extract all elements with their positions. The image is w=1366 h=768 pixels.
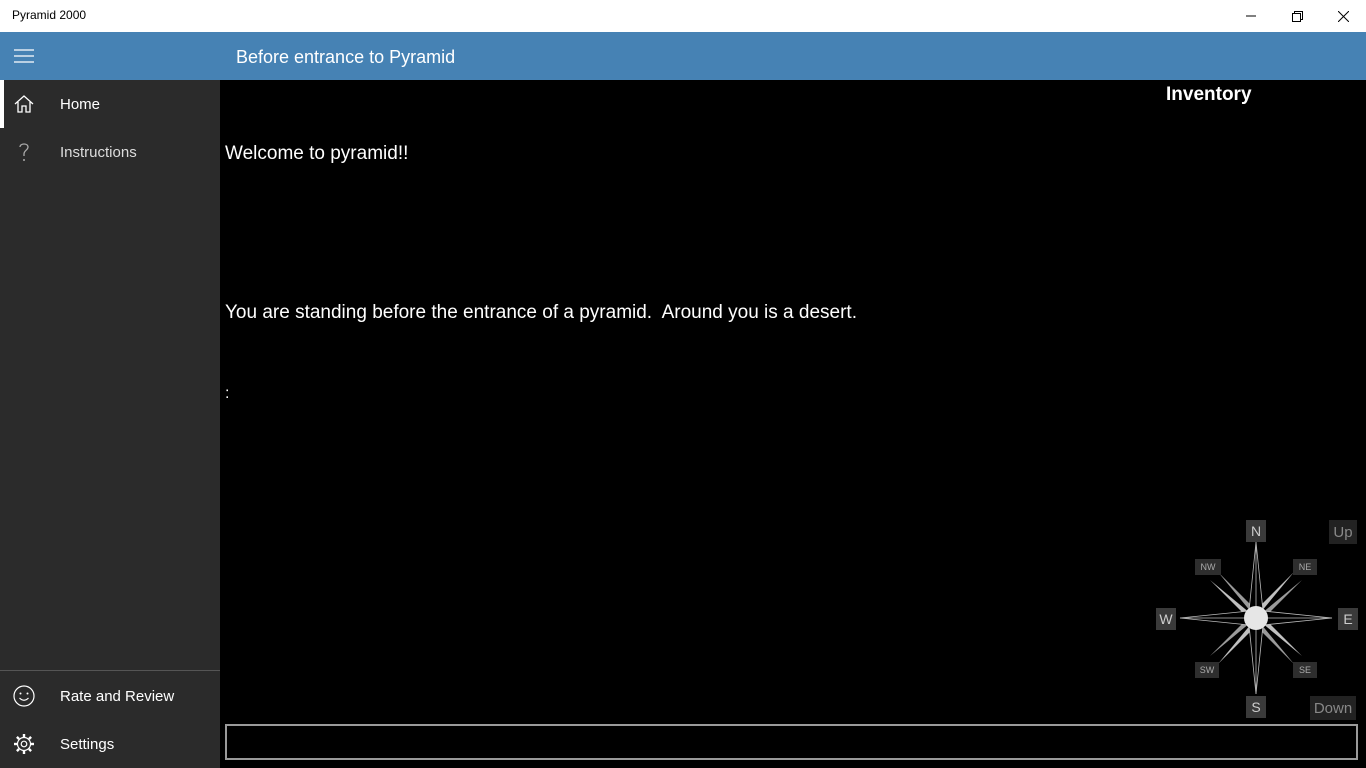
compass-rose-icon	[1179, 541, 1333, 695]
compass: N S W E NW NE SW SE Up Down	[1150, 518, 1366, 720]
hamburger-icon	[14, 49, 34, 63]
sidebar-item-instructions[interactable]: Instructions	[0, 128, 220, 176]
inventory-title: Inventory	[1166, 84, 1252, 105]
restore-icon	[1291, 10, 1303, 22]
compass-southeast-button[interactable]: SE	[1293, 662, 1317, 678]
compass-north-button[interactable]: N	[1246, 520, 1266, 542]
main-content: Welcome to pyramid!! You are standing be…	[220, 80, 1366, 768]
output-line: You are standing before the entrance of …	[225, 302, 857, 323]
sidebar-item-label: Settings	[60, 735, 115, 753]
compass-southwest-button[interactable]: SW	[1195, 662, 1219, 678]
home-icon	[0, 80, 48, 128]
close-button[interactable]	[1320, 0, 1366, 32]
compass-northeast-button[interactable]: NE	[1293, 559, 1317, 575]
gear-icon	[0, 720, 48, 768]
minimize-icon	[1246, 15, 1256, 17]
question-icon	[0, 128, 48, 176]
compass-south-button[interactable]: S	[1246, 696, 1266, 718]
compass-up-button[interactable]: Up	[1329, 520, 1357, 544]
selection-indicator	[0, 80, 4, 128]
window-title: Pyramid 2000	[12, 8, 87, 22]
smiley-icon	[0, 672, 48, 720]
command-input[interactable]	[225, 724, 1358, 760]
restore-button[interactable]	[1274, 0, 1320, 32]
hamburger-menu-button[interactable]	[0, 32, 48, 80]
app-header: Before entrance to Pyramid	[0, 32, 1366, 80]
sidebar: Home Instructions Rate and Review Settin…	[0, 80, 220, 768]
compass-down-button[interactable]: Down	[1310, 696, 1356, 720]
minimize-button[interactable]	[1228, 0, 1274, 32]
compass-northwest-button[interactable]: NW	[1195, 559, 1221, 575]
close-icon	[1337, 10, 1349, 22]
sidebar-item-label: Instructions	[60, 143, 137, 161]
compass-west-button[interactable]: W	[1156, 608, 1176, 630]
sidebar-item-home[interactable]: Home	[0, 80, 220, 128]
page-title: Before entrance to Pyramid	[236, 47, 456, 67]
sidebar-item-rate-and-review[interactable]: Rate and Review	[0, 672, 220, 720]
output-line: Welcome to pyramid!!	[225, 143, 409, 164]
sidebar-item-label: Home	[60, 95, 101, 113]
sidebar-divider	[0, 670, 220, 671]
compass-east-button[interactable]: E	[1338, 608, 1358, 630]
game-output: Welcome to pyramid!! You are standing be…	[225, 88, 857, 461]
sidebar-item-settings[interactable]: Settings	[0, 720, 220, 768]
window-titlebar: Pyramid 2000	[0, 0, 1366, 32]
sidebar-item-label: Rate and Review	[60, 687, 175, 705]
output-line: :	[225, 384, 230, 402]
